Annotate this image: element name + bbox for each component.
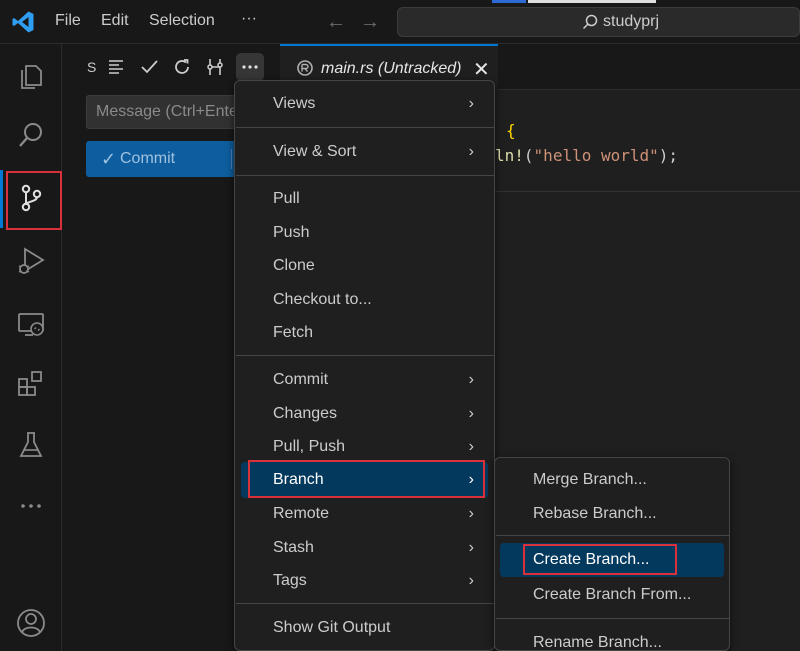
- more-actions-menu: Views › View & Sort › Pull Push Clone Chec…: [234, 80, 495, 651]
- forward-arrow-icon[interactable]: →: [360, 11, 380, 34]
- code-paren: (: [523, 146, 534, 165]
- source-control-highlight: [6, 171, 62, 230]
- code-macro: ln!: [495, 146, 524, 165]
- command-center-search[interactable]: studyprj: [397, 7, 800, 37]
- commit-split-divider: [231, 149, 232, 169]
- extensions-icon[interactable]: [0, 355, 62, 411]
- commit-message-input[interactable]: Message (Ctrl+Enter: [86, 95, 246, 129]
- submenu-item-merge-branch[interactable]: Merge Branch...: [495, 465, 729, 495]
- menu-separator: [236, 355, 495, 356]
- menu-item-views[interactable]: Views ›: [235, 89, 494, 119]
- menu-file[interactable]: File: [55, 12, 81, 30]
- menu-item-fetch[interactable]: Fetch: [235, 318, 494, 348]
- commit-button[interactable]: ✓ Commit: [86, 141, 246, 177]
- menu-separator: [496, 618, 730, 619]
- menu-edit[interactable]: Edit: [101, 12, 129, 30]
- testing-icon[interactable]: [0, 417, 62, 473]
- menu-item-clone[interactable]: Clone: [235, 251, 494, 281]
- branch-highlight: [248, 460, 485, 498]
- explorer-icon[interactable]: [0, 47, 62, 103]
- title-bar: File Edit Selection ··· ← → studyprj: [0, 0, 800, 44]
- graph-icon[interactable]: [203, 55, 227, 79]
- remote-explorer-icon[interactable]: [0, 296, 62, 352]
- menu-item-changes[interactable]: Changes ›: [235, 399, 494, 429]
- menu-item-pull[interactable]: Pull: [235, 184, 494, 214]
- menu-item-push[interactable]: Push: [235, 218, 494, 248]
- commit-check-icon: ✓: [101, 149, 117, 169]
- rust-file-icon: [297, 60, 313, 76]
- search-icon[interactable]: [0, 107, 62, 163]
- code-string: "hello world": [533, 146, 659, 165]
- close-icon[interactable]: ✕: [473, 57, 490, 82]
- top-accent-light: [528, 0, 656, 3]
- search-icon: [582, 14, 598, 30]
- menu-item-stash[interactable]: Stash ›: [235, 533, 494, 563]
- create-branch-highlight: [523, 544, 677, 575]
- menu-separator: [496, 535, 730, 536]
- menu-separator: [236, 127, 495, 128]
- menu-selection[interactable]: Selection: [149, 12, 215, 30]
- activity-bar: [0, 44, 62, 651]
- code-paren-close: );: [658, 146, 679, 165]
- back-arrow-icon[interactable]: ←: [326, 11, 346, 34]
- menu-item-checkout[interactable]: Checkout to...: [235, 285, 494, 315]
- run-debug-icon[interactable]: [0, 233, 62, 289]
- workspace-name: studyprj: [603, 13, 660, 30]
- menu-more[interactable]: ···: [241, 10, 257, 28]
- more-actions-button[interactable]: [236, 53, 264, 81]
- commit-check-icon[interactable]: [137, 55, 161, 79]
- menu-item-tags[interactable]: Tags ›: [235, 566, 494, 596]
- more-icon[interactable]: [0, 478, 62, 534]
- submenu-item-create-branch-from[interactable]: Create Branch From...: [495, 580, 729, 610]
- code-brace: {: [506, 121, 516, 140]
- menu-separator: [236, 603, 495, 604]
- view-as-list-icon[interactable]: [104, 55, 128, 79]
- menu-item-pull-push[interactable]: Pull, Push ›: [235, 432, 494, 462]
- commit-label: Commit: [120, 150, 176, 167]
- panel-title: S: [87, 59, 97, 75]
- menu-item-view-sort[interactable]: View & Sort ›: [235, 137, 494, 167]
- menu-item-commit[interactable]: Commit ›: [235, 365, 494, 395]
- submenu-item-rename-branch[interactable]: Rename Branch...: [495, 628, 729, 651]
- ellipsis-icon: [242, 65, 258, 69]
- menu-item-remote[interactable]: Remote ›: [235, 499, 494, 529]
- editor-divider: [493, 191, 800, 192]
- vscode-logo-icon[interactable]: [11, 10, 35, 34]
- refresh-icon[interactable]: [170, 55, 194, 79]
- submenu-item-rebase-branch[interactable]: Rebase Branch...: [495, 499, 729, 529]
- accounts-icon[interactable]: [0, 595, 62, 651]
- code-line: ln!("hello world");: [495, 146, 678, 165]
- menu-separator: [236, 175, 495, 176]
- top-accent: [492, 0, 526, 3]
- tab-label: main.rs (Untracked): [321, 60, 462, 77]
- menu-item-show-git-output[interactable]: Show Git Output: [235, 613, 494, 643]
